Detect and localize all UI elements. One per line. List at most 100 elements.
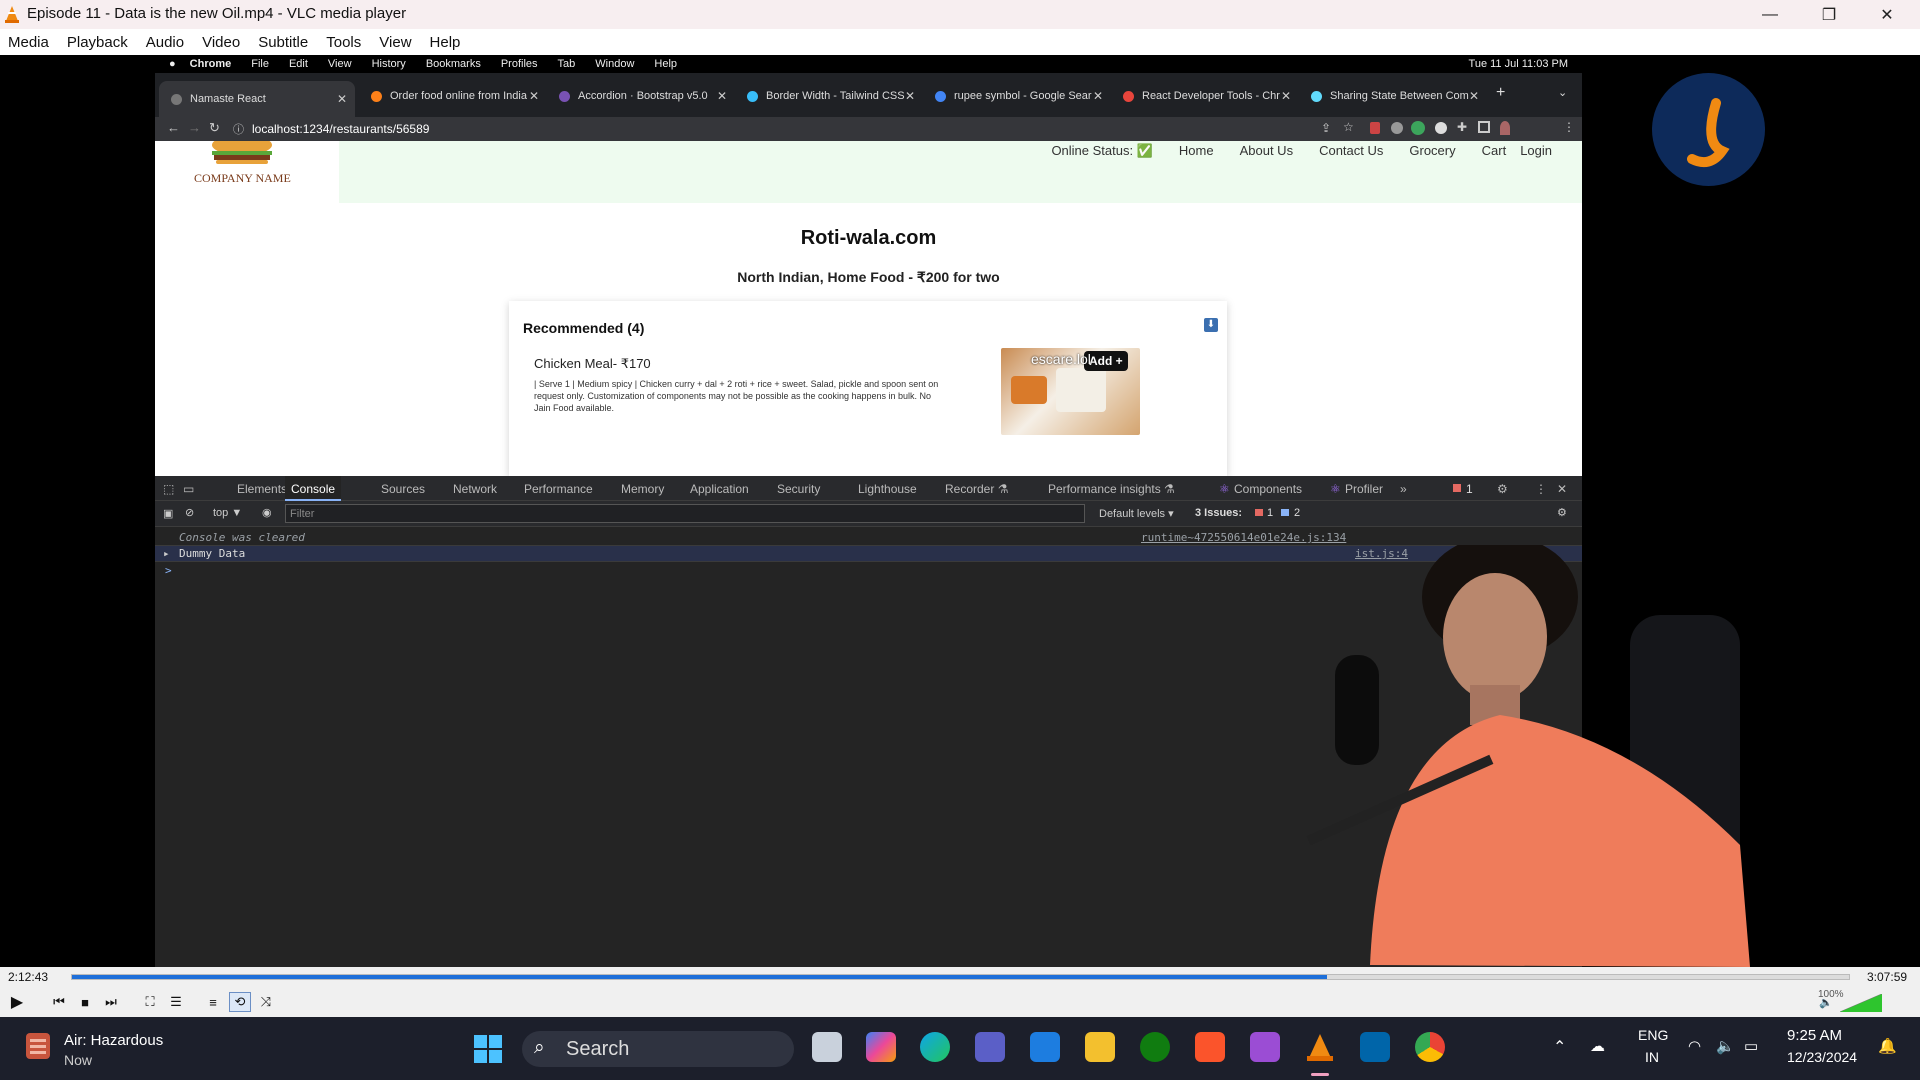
devtools-tab-sources[interactable]: Sources [381, 482, 425, 496]
devtools-settings-icon[interactable]: ⚙ [1497, 482, 1508, 496]
nav-grocery[interactable]: Grocery [1409, 143, 1455, 159]
inspect-icon[interactable]: ⬚ [163, 482, 174, 496]
language-top[interactable]: ENG [1638, 1027, 1668, 1043]
volume-slider[interactable] [1840, 994, 1882, 1012]
issues-label[interactable]: 3 Issues: [1195, 507, 1242, 519]
devtools-tab-performance[interactable]: Performance [524, 482, 593, 496]
console-source-link[interactable]: runtime~472550614e01e24e.js:134 [1141, 531, 1346, 544]
site-info-icon[interactable]: ⓘ [233, 121, 244, 137]
chrome-menu-icon[interactable]: ⋮ [1563, 120, 1575, 134]
stop-icon[interactable]: ■ [74, 992, 96, 1012]
url-field[interactable]: localhost:1234/restaurants/56589 [252, 122, 429, 136]
puzzle-extensions-icon[interactable]: ✚ [1457, 120, 1467, 134]
previous-icon[interactable]: ⏮ [48, 992, 70, 1012]
onedrive-icon[interactable]: ☁ [1590, 1037, 1605, 1055]
next-icon[interactable]: ⏭ [100, 992, 122, 1012]
devtools-tab-security[interactable]: Security [777, 482, 820, 496]
bookmark-star-icon[interactable]: ☆ [1343, 120, 1354, 134]
extension-icon[interactable] [1435, 122, 1447, 134]
new-tab-button[interactable]: + [1496, 84, 1505, 102]
menu-video[interactable]: Video [202, 34, 240, 51]
nav-contact[interactable]: Contact Us [1319, 143, 1383, 159]
sidepanel-icon[interactable] [1478, 121, 1490, 133]
vscode-icon[interactable] [1360, 1032, 1390, 1062]
live-expression-eye-icon[interactable]: ◉ [262, 506, 272, 519]
battery-icon[interactable]: ▭ [1744, 1037, 1758, 1055]
taskbar-search[interactable]: ⌕ Search [522, 1031, 794, 1067]
tab-search-chevron-icon[interactable]: ⌄ [1558, 86, 1567, 99]
console-prompt[interactable]: > [165, 564, 185, 577]
expand-arrow-icon[interactable]: ▸ [163, 547, 170, 560]
clock-time[interactable]: 9:25 AM [1787, 1027, 1842, 1044]
task-view-icon[interactable] [812, 1032, 842, 1062]
console-filter-input[interactable]: Filter [285, 504, 1085, 523]
tab-google[interactable]: rupee symbol - Google Sear ✕ [923, 83, 1111, 109]
copilot-icon[interactable] [866, 1032, 896, 1062]
mail-icon[interactable] [1030, 1032, 1060, 1062]
extension-icon[interactable] [1391, 122, 1403, 134]
menu-media[interactable]: Media [8, 34, 49, 51]
app-icon[interactable] [1250, 1032, 1280, 1062]
nav-home[interactable]: Home [1179, 143, 1214, 159]
wifi-icon[interactable]: ◠ [1688, 1037, 1701, 1055]
clear-console-icon[interactable]: ⊘ [185, 506, 194, 519]
grammarly-icon[interactable] [1411, 121, 1425, 135]
device-toggle-icon[interactable]: ▭ [183, 482, 194, 496]
site-logo[interactable]: COMPANY NAME [155, 141, 339, 203]
restore-button[interactable]: ❐ [1806, 0, 1852, 29]
devtools-close-icon[interactable]: ✕ [1557, 482, 1567, 496]
tab-react-docs[interactable]: Sharing State Between Com ✕ [1299, 83, 1487, 109]
edge-icon[interactable] [920, 1032, 950, 1062]
nav-login[interactable]: Login [1520, 143, 1552, 159]
tab-close-icon[interactable]: ✕ [1281, 89, 1291, 103]
weather-title[interactable]: Air: Hazardous [64, 1032, 163, 1049]
notification-bell-icon[interactable]: 🔔 [1878, 1037, 1897, 1055]
devtools-tab-console[interactable]: Console [285, 476, 342, 501]
file-explorer-icon[interactable] [1085, 1032, 1115, 1062]
playlist-icon[interactable]: ≡ [202, 992, 224, 1012]
accordion-header[interactable]: Recommended (4) [523, 320, 644, 336]
nav-about[interactable]: About Us [1240, 143, 1293, 159]
brave-icon[interactable] [1195, 1032, 1225, 1062]
devtools-tab-lighthouse[interactable]: Lighthouse [858, 482, 917, 496]
share-icon[interactable]: ⇪ [1321, 121, 1331, 135]
nav-cart[interactable]: Cart [1482, 143, 1507, 159]
error-count[interactable]: 1 [1466, 482, 1473, 496]
devtools-tab-elements[interactable]: Elements [237, 482, 287, 496]
tab-close-icon[interactable]: ✕ [529, 89, 539, 103]
extended-settings-icon[interactable]: ☰ [165, 992, 187, 1012]
context-selector[interactable]: top ▼ [213, 507, 242, 519]
devtools-tab-components[interactable]: Components [1234, 482, 1302, 496]
tab-close-icon[interactable]: ✕ [717, 89, 727, 103]
menu-subtitle[interactable]: Subtitle [258, 34, 308, 51]
minimize-button[interactable]: — [1747, 0, 1793, 29]
play-icon[interactable]: ▶ [6, 992, 28, 1012]
tab-close-icon[interactable]: ✕ [337, 92, 347, 106]
menu-playback[interactable]: Playback [67, 34, 128, 51]
sidebar-toggle-icon[interactable]: ▣ [163, 507, 173, 520]
tab-close-icon[interactable]: ✕ [1469, 89, 1479, 103]
fullscreen-icon[interactable]: ⛶ [139, 992, 161, 1012]
devtools-tab-performance-insights[interactable]: Performance insights ⚗ [1048, 482, 1175, 496]
weather-icon[interactable] [24, 1031, 52, 1061]
console-settings-icon[interactable]: ⚙ [1557, 506, 1567, 519]
devtools-tab-memory[interactable]: Memory [621, 482, 664, 496]
log-levels-dropdown[interactable]: Default levels ▾ [1099, 507, 1174, 520]
accordion-toggle-icon[interactable]: ⬇ [1204, 318, 1218, 332]
extension-icon[interactable] [1370, 122, 1380, 134]
back-icon[interactable]: ← [167, 120, 180, 135]
menu-view[interactable]: View [379, 34, 411, 51]
close-button[interactable]: ✕ [1864, 0, 1910, 29]
seek-slider[interactable] [71, 974, 1850, 980]
forward-icon[interactable]: → [188, 120, 201, 135]
windows-start-icon[interactable] [474, 1035, 502, 1063]
tab-react-devtools[interactable]: React Developer Tools - Chr ✕ [1111, 83, 1299, 109]
tab-tailwind[interactable]: Border Width - Tailwind CSS ✕ [735, 83, 923, 109]
tab-namaste-react[interactable]: Namaste React ✕ [159, 81, 355, 117]
devtools-tab-recorder[interactable]: Recorder ⚗ [945, 482, 1008, 496]
shuffle-icon[interactable]: ⤨ [255, 992, 277, 1012]
loop-icon[interactable]: ⟲ [229, 992, 251, 1012]
devtools-tab-network[interactable]: Network [453, 482, 497, 496]
tab-close-icon[interactable]: ✕ [1093, 89, 1103, 103]
teams-icon[interactable] [975, 1032, 1005, 1062]
